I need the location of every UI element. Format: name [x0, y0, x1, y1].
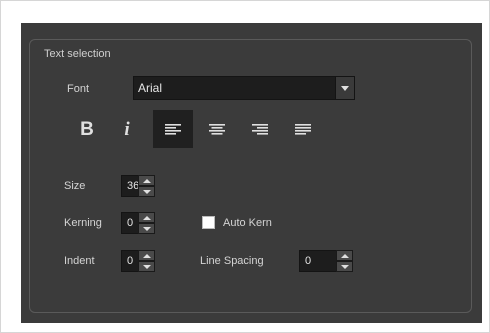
- justify-button[interactable]: [287, 112, 319, 146]
- kerning-label: Kerning: [64, 217, 102, 229]
- indent-value: 0: [127, 255, 134, 267]
- auto-kern-checkbox[interactable]: [202, 216, 215, 229]
- italic-icon: i: [124, 118, 130, 140]
- font-dropdown[interactable]: Arial: [133, 76, 355, 100]
- size-increment-button[interactable]: [138, 175, 155, 186]
- kerning-value: 0: [127, 217, 134, 229]
- align-center-button[interactable]: [201, 112, 233, 146]
- group-title: Text selection: [40, 48, 115, 61]
- size-decrement-button[interactable]: [138, 186, 155, 197]
- align-left-button[interactable]: [153, 110, 193, 148]
- line-spacing-value: 0: [305, 255, 312, 267]
- align-right-button[interactable]: [244, 112, 276, 146]
- kerning-decrement-button[interactable]: [138, 223, 155, 234]
- line-spacing-increment-button[interactable]: [336, 250, 353, 261]
- indent-decrement-button[interactable]: [138, 261, 155, 272]
- align-center-icon: [209, 123, 225, 135]
- line-spacing-decrement-button[interactable]: [336, 261, 353, 272]
- bold-icon: B: [80, 118, 94, 140]
- size-label: Size: [64, 180, 86, 192]
- italic-button[interactable]: i: [111, 112, 143, 146]
- auto-kern-label: Auto Kern: [223, 217, 272, 229]
- kerning-spinbox[interactable]: 0: [121, 212, 155, 234]
- indent-spinbox[interactable]: 0: [121, 250, 155, 272]
- indent-label: Indent: [64, 255, 95, 267]
- bold-button[interactable]: B: [71, 112, 103, 146]
- align-left-icon: [165, 123, 181, 135]
- indent-increment-button[interactable]: [138, 250, 155, 261]
- line-spacing-label: Line Spacing: [200, 255, 264, 267]
- text-properties-panel: Text selection Font Arial B i Size 36 Ke…: [21, 23, 482, 323]
- line-spacing-spinbox[interactable]: 0: [299, 250, 353, 272]
- font-value: Arial: [138, 81, 163, 95]
- chevron-down-icon[interactable]: [335, 77, 354, 99]
- kerning-increment-button[interactable]: [138, 212, 155, 223]
- align-right-icon: [252, 123, 268, 135]
- font-label: Font: [67, 83, 90, 95]
- justify-icon: [295, 123, 311, 135]
- size-spinbox[interactable]: 36: [121, 175, 155, 197]
